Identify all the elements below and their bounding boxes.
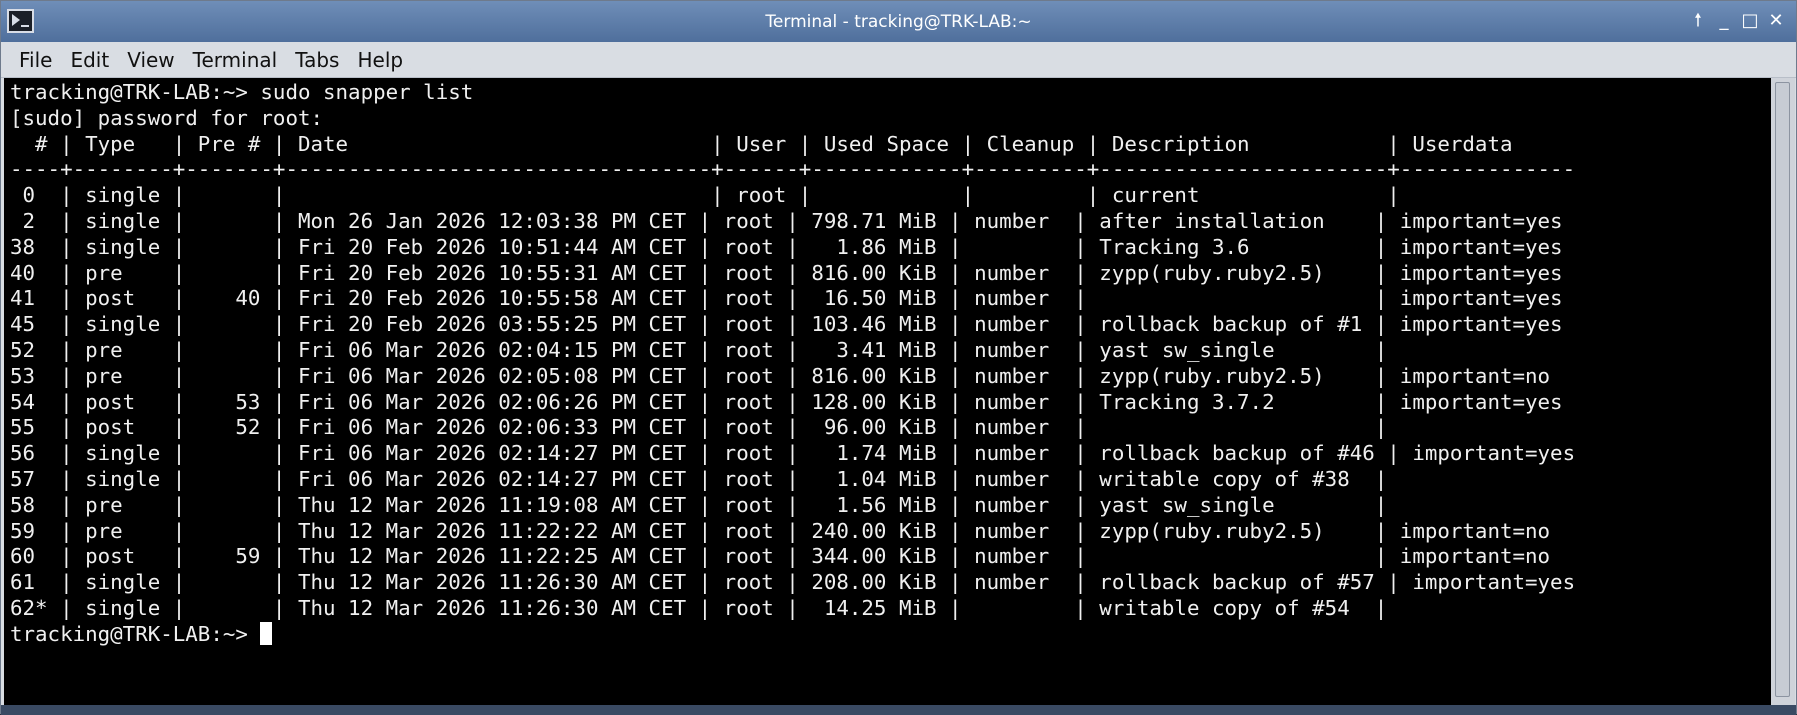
maximize-button[interactable]: □ [1740, 9, 1760, 33]
terminal-output: tracking@TRK-LAB:~> sudo snapper list [su… [10, 80, 1575, 648]
shell-prompt: tracking@TRK-LAB:~> [10, 621, 261, 646]
snapper-row: 61 | single | | Thu 12 Mar 2026 11:26:30… [10, 570, 1576, 595]
scrollbar-thumb[interactable] [1775, 82, 1790, 697]
snapper-row: 52 | pre | | Fri 06 Mar 2026 02:04:15 PM… [10, 337, 1388, 362]
window-title: Terminal - tracking@TRK-LAB:~ [765, 12, 1032, 32]
menu-edit[interactable]: Edit [61, 42, 118, 78]
sticky-arrow-icon[interactable]: 🠕 [1688, 9, 1708, 33]
terminal-screen[interactable]: tracking@TRK-LAB:~> sudo snapper list [su… [4, 78, 1771, 705]
window-controls: 🠕 _ □ ✕ [1688, 9, 1786, 33]
close-button[interactable]: ✕ [1766, 9, 1786, 33]
snapper-row: 59 | pre | | Thu 12 Mar 2026 11:22:22 AM… [10, 518, 1551, 543]
menu-bar: File Edit View Terminal Tabs Help [1, 42, 1796, 78]
menu-file[interactable]: File [10, 42, 61, 78]
vertical-scrollbar[interactable] [1771, 78, 1795, 705]
snapper-table-header: # | Type | Pre # | Date | User | Used Sp… [10, 131, 1513, 156]
snapper-table-separator: ----+--------+-------+------------------… [10, 157, 1576, 182]
snapper-row: 57 | single | | Fri 06 Mar 2026 02:14:27… [10, 466, 1388, 491]
snapper-row: 45 | single | | Fri 20 Feb 2026 03:55:25… [10, 312, 1563, 337]
snapper-row: 60 | post | 59 | Thu 12 Mar 2026 11:22:2… [10, 544, 1551, 569]
text-cursor [260, 621, 273, 645]
menu-terminal[interactable]: Terminal [184, 42, 287, 78]
snapper-row: 40 | pre | | Fri 20 Feb 2026 10:55:31 AM… [10, 260, 1563, 285]
snapper-row: 58 | pre | | Thu 12 Mar 2026 11:19:08 AM… [10, 492, 1388, 517]
snapper-row: 38 | single | | Fri 20 Feb 2026 10:51:44… [10, 234, 1563, 259]
prompt-line[interactable]: tracking@TRK-LAB:~> [10, 621, 1575, 648]
snapper-row: 62* | single | | Thu 12 Mar 2026 11:26:3… [10, 595, 1388, 620]
title-bar[interactable]: Terminal - tracking@TRK-LAB:~ 🠕 _ □ ✕ [1, 1, 1796, 42]
snapper-row: 56 | single | | Fri 06 Mar 2026 02:14:27… [10, 441, 1576, 466]
terminal-window: Terminal - tracking@TRK-LAB:~ 🠕 _ □ ✕ Fi… [0, 0, 1797, 715]
snapper-row: 55 | post | 52 | Fri 06 Mar 2026 02:06:3… [10, 415, 1388, 440]
snapper-row: 54 | post | 53 | Fri 06 Mar 2026 02:06:2… [10, 389, 1563, 414]
snapper-row: 41 | post | 40 | Fri 20 Feb 2026 10:55:5… [10, 286, 1563, 311]
snapper-row: 53 | pre | | Fri 06 Mar 2026 02:05:08 PM… [10, 363, 1551, 388]
snapper-row: 2 | single | | Mon 26 Jan 2026 12:03:38 … [10, 208, 1563, 233]
minimize-button[interactable]: _ [1714, 9, 1734, 33]
menu-tabs[interactable]: Tabs [286, 42, 348, 78]
snapper-row: 0 | single | | | root | | | current | [10, 183, 1400, 208]
terminal-line-command: tracking@TRK-LAB:~> sudo snapper list [10, 80, 474, 104]
menu-view[interactable]: View [118, 42, 183, 78]
menu-help[interactable]: Help [348, 42, 412, 78]
terminal-line-sudo-prompt: [sudo] password for root: [10, 105, 324, 130]
